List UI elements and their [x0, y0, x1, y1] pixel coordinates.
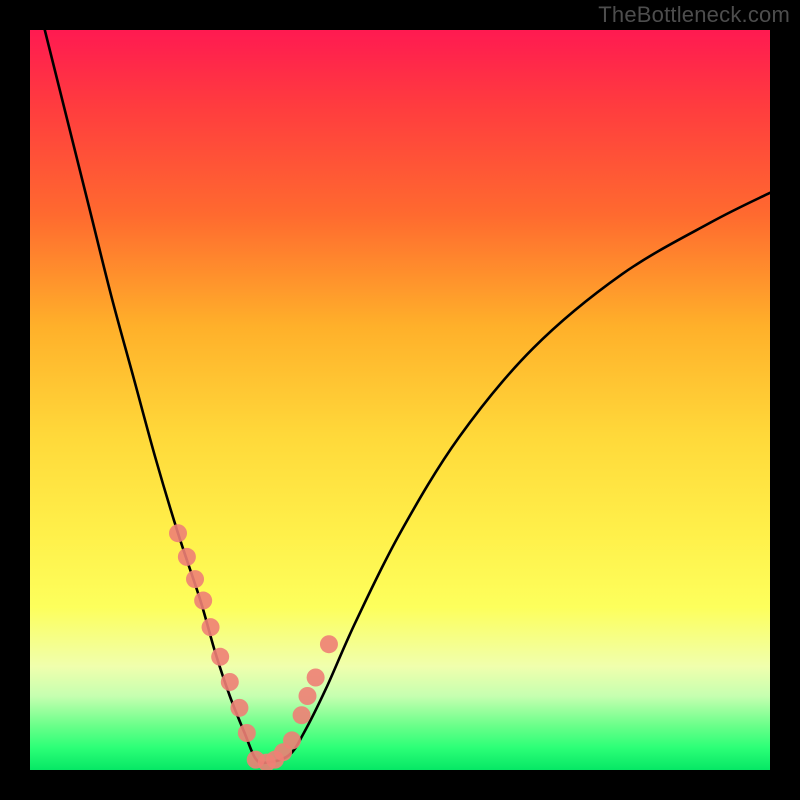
highlighted-point: [293, 706, 311, 724]
chart-container: TheBottleneck.com: [0, 0, 800, 800]
watermark-text: TheBottleneck.com: [598, 2, 790, 28]
highlighted-point: [283, 731, 301, 749]
highlighted-point: [307, 669, 325, 687]
curve-svg: [30, 30, 770, 770]
highlighted-point: [230, 699, 248, 717]
highlighted-point: [202, 618, 220, 636]
highlighted-point: [178, 548, 196, 566]
highlighted-point: [194, 592, 212, 610]
highlighted-point: [299, 687, 317, 705]
highlighted-point: [186, 570, 204, 588]
highlighted-point: [221, 673, 239, 691]
highlighted-point: [320, 635, 338, 653]
highlighted-points-group: [169, 524, 338, 770]
highlighted-point: [238, 724, 256, 742]
highlighted-point: [211, 648, 229, 666]
bottleneck-curve: [45, 30, 770, 763]
highlighted-point: [169, 524, 187, 542]
plot-area: [30, 30, 770, 770]
